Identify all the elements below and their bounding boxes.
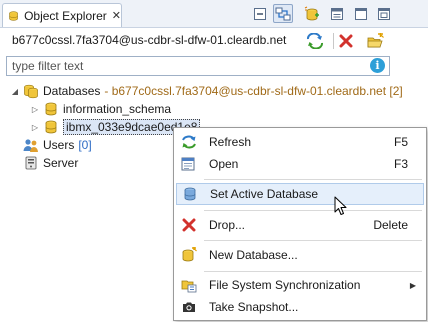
menu-item-label: Open xyxy=(209,157,239,171)
tree-item-label: information_schema xyxy=(63,102,172,116)
menu-item-shortcut: F5 xyxy=(393,135,408,149)
reconnect-button[interactable] xyxy=(305,31,325,51)
users-icon xyxy=(23,137,39,153)
tree-item-users[interactable]: Users [0] xyxy=(20,136,92,154)
mouse-pointer-icon xyxy=(334,196,347,215)
menu-separator xyxy=(204,240,422,241)
menu-separator xyxy=(204,179,422,180)
info-icon[interactable]: i xyxy=(370,58,385,73)
menu-item-new-database[interactable]: New Database... xyxy=(176,244,424,266)
menu-item-refresh[interactable]: Refresh F5 xyxy=(176,131,424,153)
databases-icon xyxy=(23,83,39,99)
menu-item-label: Take Snapshot... xyxy=(209,300,299,314)
menu-item-open[interactable]: Open F3 xyxy=(176,153,424,175)
menu-item-label: Drop... xyxy=(209,218,246,232)
collapse-all-icon xyxy=(254,7,266,20)
menu-item-shortcut: F3 xyxy=(393,157,408,171)
tree-item-label: Databases xyxy=(43,84,101,98)
link-with-editor-icon xyxy=(275,7,291,20)
object-explorer-view: Object Explorer ✕ b677c0cssl.7fa3704@us-… xyxy=(0,0,428,322)
new-connection-icon xyxy=(304,6,319,20)
database-icon xyxy=(43,101,59,117)
server-icon xyxy=(23,155,39,171)
toolbar-divider xyxy=(333,33,334,49)
menu-item-file-system-synchronization[interactable]: File System Synchronization ▶ xyxy=(176,274,424,296)
open-folder-icon xyxy=(367,33,384,48)
users-count: [0] xyxy=(78,138,92,152)
new-database-icon xyxy=(181,247,197,263)
database-icon xyxy=(182,186,198,202)
open-sql-button[interactable] xyxy=(366,31,386,51)
tab-object-explorer[interactable]: Object Explorer ✕ xyxy=(2,3,122,27)
filter-field[interactable] xyxy=(6,56,390,76)
close-icon[interactable]: ✕ xyxy=(112,9,121,22)
object-explorer-icon xyxy=(9,10,18,21)
menu-item-shortcut: Delete xyxy=(373,218,408,232)
menu-separator xyxy=(204,271,422,272)
refresh-icon xyxy=(181,134,197,150)
menu-item-label: New Database... xyxy=(209,248,298,262)
menu-lines-icon xyxy=(331,7,343,20)
sync-icon xyxy=(181,277,197,293)
menu-item-drop[interactable]: Drop... Delete xyxy=(176,214,424,236)
minimize-icon xyxy=(355,7,367,20)
menu-item-label: File System Synchronization xyxy=(209,278,361,292)
view-tab-bar: Object Explorer ✕ xyxy=(0,0,428,28)
reconnect-icon xyxy=(307,33,323,49)
menu-separator xyxy=(204,210,422,211)
minimize-button[interactable] xyxy=(351,4,371,23)
expanded-arrow-icon[interactable]: ◢ xyxy=(10,87,20,96)
camera-icon xyxy=(181,299,197,315)
drop-icon xyxy=(181,217,197,233)
link-with-editor-button[interactable] xyxy=(273,4,293,23)
new-connection-button[interactable] xyxy=(302,4,322,23)
tree-item-databases[interactable]: ◢ Databases - b677c0cssl.7fa3704@us-cdbr… xyxy=(10,82,403,100)
menu-item-set-active-database[interactable]: Set Active Database xyxy=(176,183,424,205)
maximize-icon xyxy=(378,7,390,20)
connection-label: b677c0cssl.7fa3704@us-cdbr-sl-dfw-01.cle… xyxy=(12,33,287,47)
tree-item-label: Users xyxy=(43,138,75,152)
disconnect-icon xyxy=(339,34,353,48)
maximize-button[interactable] xyxy=(374,4,394,23)
context-menu: Refresh F5 Open F3 Set Active Database D… xyxy=(173,127,427,321)
disconnect-button[interactable] xyxy=(336,31,356,51)
submenu-arrow-icon: ▶ xyxy=(409,280,416,290)
tree-item-information-schema[interactable]: ▷ information_schema xyxy=(30,100,171,118)
tab-label: Object Explorer xyxy=(24,8,107,23)
tree-item-label: Server xyxy=(43,156,79,170)
collapsed-arrow-icon[interactable]: ▷ xyxy=(30,105,40,114)
connection-decoration: - b677c0cssl.7fa3704@us-cdbr-sl-dfw-01.c… xyxy=(104,84,403,98)
tree-item-server[interactable]: Server xyxy=(20,154,78,172)
open-icon xyxy=(181,156,197,172)
connection-header: b677c0cssl.7fa3704@us-cdbr-sl-dfw-01.cle… xyxy=(0,28,428,53)
view-menu-button[interactable] xyxy=(327,4,347,23)
menu-item-label: Refresh xyxy=(209,135,252,149)
menu-item-label: Set Active Database xyxy=(210,187,319,201)
collapsed-arrow-icon[interactable]: ▷ xyxy=(30,123,40,132)
collapse-all-button[interactable] xyxy=(250,4,270,23)
menu-item-take-snapshot[interactable]: Take Snapshot... xyxy=(176,296,424,318)
filter-input[interactable] xyxy=(7,57,352,75)
database-icon xyxy=(43,119,59,135)
